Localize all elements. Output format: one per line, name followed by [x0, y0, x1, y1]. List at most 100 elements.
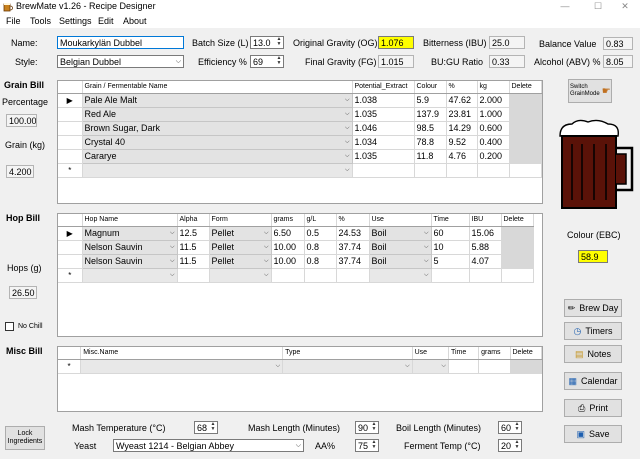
grain-pct-cell[interactable]: 47.62: [446, 93, 478, 108]
table-row[interactable]: Brown Sugar, Dark ⌵ 1.046 98.5 14.29 0.60…: [58, 120, 542, 136]
hop-grams-cell[interactable]: [271, 268, 305, 283]
grain-extract-cell[interactable]: 1.035: [352, 107, 415, 122]
grain-extract-cell[interactable]: 1.046: [352, 121, 415, 136]
misc-grams-cell[interactable]: [478, 359, 511, 374]
misc-type-cell[interactable]: ⌵: [282, 359, 413, 374]
hop-gl-cell[interactable]: 0.8: [304, 240, 337, 255]
delete-button[interactable]: [509, 149, 542, 164]
grain-pct-cell[interactable]: [446, 163, 478, 178]
menu-tools[interactable]: Tools: [30, 16, 51, 26]
grain-name-cell[interactable]: ⌵: [82, 163, 353, 178]
maximize-icon[interactable]: ☐: [586, 0, 610, 12]
grain-colour-cell[interactable]: 98.5: [414, 121, 447, 136]
spin-arrows-icon[interactable]: ▲ ▼: [370, 440, 378, 451]
hop-grams-cell[interactable]: 10.00: [271, 240, 305, 255]
hop-pct-cell[interactable]: 37.74: [336, 240, 370, 255]
table-row[interactable]: Nelson Sauvin ⌵ 11.5 Pellet ⌵ 10.00 0.8 37…: [58, 253, 534, 269]
hop-gl-cell[interactable]: 0.8: [304, 254, 337, 269]
misc-time-cell[interactable]: [448, 359, 480, 374]
grain-extract-cell[interactable]: [352, 163, 415, 178]
grain-pct-cell[interactable]: 9.52: [446, 135, 478, 150]
checkbox-icon[interactable]: [5, 322, 14, 331]
style-select[interactable]: Belgian Dubbel ⌵: [57, 55, 184, 68]
menu-edit[interactable]: Edit: [98, 16, 114, 26]
grain-name-cell[interactable]: Red Ale ⌵: [81, 106, 353, 122]
hop-alpha-cell[interactable]: [177, 268, 210, 283]
grain-colour-cell[interactable]: 78.8: [414, 135, 447, 150]
yeast-select[interactable]: Wyeast 1214 - Belgian Abbey ⌵: [113, 439, 304, 452]
hop-gl-cell[interactable]: 0.5: [304, 226, 337, 241]
misc-col-time[interactable]: Time: [448, 347, 480, 360]
hop-col-form[interactable]: Form: [209, 214, 272, 227]
timers-button[interactable]: ◷ Timers: [564, 322, 622, 340]
calendar-button[interactable]: ▦ Calendar: [564, 372, 622, 390]
spin-arrows-icon[interactable]: ▲ ▼: [513, 440, 521, 451]
grain-colour-cell[interactable]: [414, 163, 447, 178]
delete-button[interactable]: [509, 93, 542, 108]
grain-col-colour[interactable]: Colour: [414, 81, 447, 94]
switch-grainmode-button[interactable]: Switch GrainMode ☛: [568, 79, 612, 103]
delete-button[interactable]: [501, 226, 534, 241]
hop-gl-cell[interactable]: [304, 268, 337, 283]
batch-size-stepper[interactable]: 13.0 ▲ ▼: [250, 36, 284, 49]
grain-extract-cell[interactable]: 1.034: [352, 135, 415, 150]
hop-pct-cell[interactable]: 37.74: [336, 254, 370, 269]
grain-col-delete[interactable]: Delete: [509, 81, 542, 94]
hop-use-cell[interactable]: ⌵: [369, 268, 432, 283]
delete-button[interactable]: [509, 135, 542, 150]
hop-form-cell[interactable]: ⌵: [209, 268, 272, 283]
menu-file[interactable]: File: [6, 16, 21, 26]
grain-pct-cell[interactable]: 4.76: [446, 149, 478, 164]
delete-button[interactable]: [501, 254, 534, 269]
close-icon[interactable]: ✕: [613, 0, 637, 12]
table-row[interactable]: ▶ Magnum ⌵ 12.5 Pellet ⌵ 6.50 0.5 24.53 Bo…: [58, 225, 534, 241]
grain-name-cell[interactable]: Cararye ⌵: [81, 148, 353, 164]
hop-ibu-cell[interactable]: 5.88: [469, 240, 502, 255]
grain-colour-cell[interactable]: 11.8: [414, 149, 447, 164]
hop-form-cell[interactable]: Pellet ⌵: [208, 225, 272, 241]
hop-pct-cell[interactable]: [336, 268, 370, 283]
grain-name-cell[interactable]: Brown Sugar, Dark ⌵: [81, 120, 353, 136]
hop-col-use[interactable]: Use: [369, 214, 432, 227]
no-chill-checkbox[interactable]: No Chill: [5, 322, 43, 331]
efficiency-stepper[interactable]: 69 ▲ ▼: [250, 55, 284, 68]
hop-time-cell[interactable]: 5: [431, 254, 470, 269]
misc-name-cell[interactable]: ⌵: [80, 359, 284, 374]
name-field[interactable]: Moukarkylän Dubbel: [57, 36, 184, 49]
hop-grams-cell[interactable]: 10.00: [271, 254, 305, 269]
grain-col-pct[interactable]: %: [446, 81, 478, 94]
grain-colour-cell[interactable]: 5.9: [414, 93, 447, 108]
hop-delete-cell[interactable]: [501, 268, 534, 283]
hop-alpha-cell[interactable]: 11.5: [177, 240, 210, 255]
grain-extract-cell[interactable]: 1.035: [352, 149, 415, 164]
hop-col-name[interactable]: Hop Name: [82, 214, 178, 227]
hop-col-gl[interactable]: g/L: [304, 214, 337, 227]
menu-about[interactable]: About: [123, 16, 147, 26]
table-row[interactable]: Crystal 40 ⌵ 1.034 78.8 9.52 0.400: [58, 134, 542, 150]
spin-arrows-icon[interactable]: ▲ ▼: [370, 422, 378, 433]
spin-arrows-icon[interactable]: ▲ ▼: [275, 37, 283, 48]
hop-col-grams[interactable]: grams: [271, 214, 305, 227]
grain-col-kg[interactable]: kg: [477, 81, 510, 94]
grain-kg-cell[interactable]: 1.000: [477, 107, 510, 122]
ferment-temp-stepper[interactable]: 20 ▲ ▼: [498, 439, 522, 452]
hop-col-alpha[interactable]: Alpha: [177, 214, 210, 227]
grain-kg-cell[interactable]: 0.200: [477, 149, 510, 164]
hop-ibu-cell[interactable]: 4.07: [469, 254, 502, 269]
spin-arrows-icon[interactable]: ▲ ▼: [275, 56, 283, 67]
hop-use-cell[interactable]: Boil ⌵: [368, 239, 432, 255]
hop-grams-cell[interactable]: 6.50: [271, 226, 305, 241]
new-row[interactable]: * ⌵: [58, 163, 542, 178]
hop-ibu-cell[interactable]: 15.06: [469, 226, 502, 241]
grain-col-extract[interactable]: Potential_Extract: [352, 81, 415, 94]
misc-col-name[interactable]: Misc.Name: [80, 347, 284, 360]
delete-button[interactable]: [510, 359, 542, 374]
hop-pct-cell[interactable]: 24.53: [336, 226, 370, 241]
grain-kg-cell[interactable]: 0.400: [477, 135, 510, 150]
hop-col-time[interactable]: Time: [431, 214, 470, 227]
hop-use-cell[interactable]: Boil ⌵: [368, 225, 432, 241]
hop-name-cell[interactable]: Nelson Sauvin ⌵: [81, 239, 178, 255]
misc-col-type[interactable]: Type: [282, 347, 413, 360]
delete-button[interactable]: [501, 240, 534, 255]
spin-arrows-icon[interactable]: ▲ ▼: [513, 422, 521, 433]
